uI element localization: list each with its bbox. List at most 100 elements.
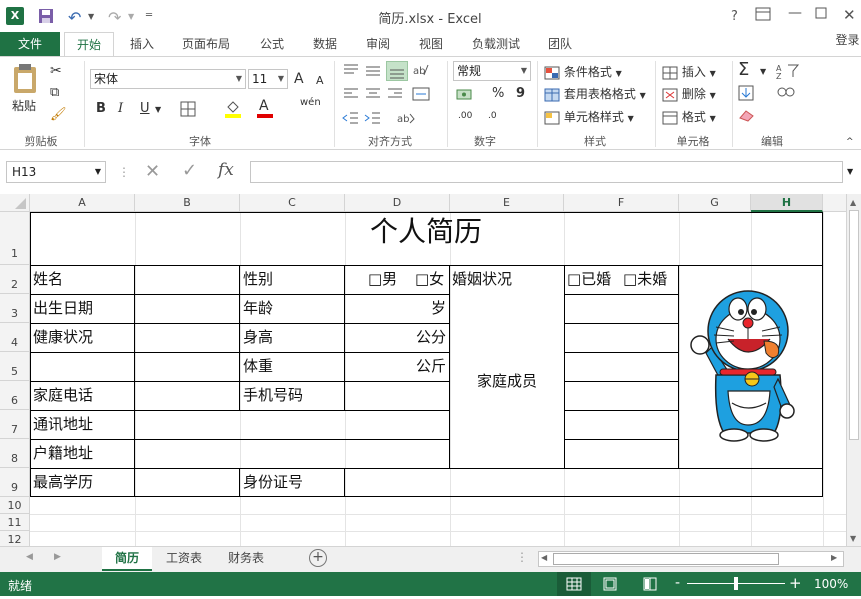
scroll-down-icon[interactable]: ▼ bbox=[850, 534, 856, 543]
cell-id-label[interactable]: 身份证号 bbox=[243, 475, 303, 490]
column-header-d[interactable]: D bbox=[345, 194, 450, 212]
cell-weight-label[interactable]: 体重 bbox=[243, 359, 273, 374]
row-header-3[interactable]: 3 bbox=[0, 294, 30, 323]
tab-load-test[interactable]: 负载测试 bbox=[462, 32, 530, 56]
tab-home[interactable]: 开始 bbox=[64, 32, 114, 56]
prev-sheet-icon[interactable]: ◀ bbox=[26, 552, 33, 562]
column-header-h[interactable]: H bbox=[751, 194, 823, 212]
column-header-f[interactable]: F bbox=[564, 194, 679, 212]
font-color-icon[interactable]: A bbox=[256, 98, 274, 122]
expand-formula-icon[interactable]: ▼ bbox=[847, 167, 853, 176]
tab-formulas[interactable]: 公式 bbox=[250, 32, 294, 56]
tab-insert[interactable]: 插入 bbox=[120, 32, 164, 56]
close-icon[interactable]: ✕ bbox=[843, 6, 856, 24]
page-layout-view-icon[interactable] bbox=[602, 577, 618, 594]
tab-split-grip-icon[interactable]: ⋮ bbox=[516, 550, 528, 564]
page-break-view-icon[interactable] bbox=[642, 577, 658, 594]
name-box[interactable]: H13 ▼ bbox=[6, 161, 106, 183]
cell-female-checkbox[interactable]: □女 bbox=[415, 272, 444, 287]
horizontal-scrollbar[interactable]: ◀ ▶ bbox=[538, 551, 844, 567]
normal-view-icon[interactable] bbox=[557, 572, 591, 596]
cell-height-unit[interactable]: 公分 bbox=[345, 330, 446, 345]
cell-family-label[interactable]: 家庭成员 bbox=[450, 374, 564, 389]
cell-age-unit[interactable]: 岁 bbox=[345, 301, 446, 316]
phonetic-icon[interactable]: wén bbox=[300, 97, 321, 108]
cell-address-label[interactable]: 通讯地址 bbox=[33, 417, 93, 432]
cell-mobile-label[interactable]: 手机号码 bbox=[243, 388, 303, 403]
cell-height-label[interactable]: 身高 bbox=[243, 330, 273, 345]
paste-label[interactable]: 粘贴 bbox=[12, 97, 36, 114]
tab-file[interactable]: 文件 bbox=[0, 32, 60, 56]
cell-birth-label[interactable]: 出生日期 bbox=[33, 301, 93, 316]
row-header-4[interactable]: 4 bbox=[0, 323, 30, 352]
cell-style-button[interactable]: 单元格样式 ▼ bbox=[544, 108, 634, 125]
row-header-7[interactable]: 7 bbox=[0, 410, 30, 439]
column-header-g[interactable]: G bbox=[679, 194, 751, 212]
zoom-in-button[interactable]: + bbox=[789, 574, 802, 592]
currency-icon[interactable] bbox=[456, 87, 478, 104]
vertical-scrollbar[interactable]: ▲ ▼ bbox=[846, 194, 861, 546]
align-top-icon[interactable] bbox=[342, 63, 360, 80]
row-header-6[interactable]: 6 bbox=[0, 381, 30, 410]
cancel-formula-icon[interactable]: ✕ bbox=[145, 161, 160, 182]
cell-education-label[interactable]: 最高学历 bbox=[33, 475, 93, 490]
login-link[interactable]: 登录 bbox=[834, 28, 861, 52]
tab-view[interactable]: 视图 bbox=[409, 32, 453, 56]
font-size-select[interactable]: 11 ▼ bbox=[248, 69, 288, 89]
row-header-1[interactable]: 1 bbox=[0, 212, 30, 265]
maximize-icon[interactable] bbox=[815, 7, 827, 23]
align-right-icon[interactable] bbox=[386, 87, 404, 104]
italic-button[interactable]: I bbox=[118, 101, 123, 116]
copy-icon[interactable]: ⧉ bbox=[50, 85, 59, 100]
redo-dropdown-icon[interactable]: ▼ bbox=[128, 12, 134, 21]
fill-icon[interactable] bbox=[738, 85, 754, 104]
scroll-thumb[interactable] bbox=[849, 210, 859, 440]
sheet-tab-salary[interactable]: 工资表 bbox=[156, 547, 212, 571]
orientation-icon[interactable]: ab bbox=[412, 63, 430, 80]
paste-icon[interactable] bbox=[10, 63, 40, 98]
formula-input[interactable] bbox=[250, 161, 843, 183]
row-header-10[interactable]: 10 bbox=[0, 497, 30, 514]
zoom-slider-thumb[interactable] bbox=[734, 577, 738, 590]
undo-icon[interactable]: ↶ bbox=[68, 8, 81, 27]
sheet-tab-finance[interactable]: 财务表 bbox=[216, 547, 276, 571]
minimize-icon[interactable]: — bbox=[788, 5, 802, 21]
align-middle-icon[interactable] bbox=[364, 63, 382, 80]
underline-button[interactable]: U bbox=[140, 101, 150, 116]
redo-icon[interactable]: ↷ bbox=[108, 8, 121, 27]
number-format-select[interactable]: 常规 ▼ bbox=[453, 61, 531, 81]
cut-icon[interactable]: ✂ bbox=[50, 63, 62, 79]
column-header-b[interactable]: B bbox=[135, 194, 240, 212]
row-header-8[interactable]: 8 bbox=[0, 439, 30, 468]
column-header-e[interactable]: E bbox=[450, 194, 564, 212]
align-center-icon[interactable] bbox=[364, 87, 382, 104]
tab-data[interactable]: 数据 bbox=[303, 32, 347, 56]
decrease-indent-icon[interactable] bbox=[342, 111, 360, 128]
doraemon-picture-icon[interactable] bbox=[686, 287, 798, 450]
fill-color-icon[interactable] bbox=[224, 99, 242, 122]
decrease-decimal-icon[interactable]: .0 bbox=[488, 111, 497, 121]
cell-single-checkbox[interactable]: □未婚 bbox=[623, 272, 667, 287]
cell-name-label[interactable]: 姓名 bbox=[33, 272, 63, 287]
cell-weight-unit[interactable]: 公斤 bbox=[345, 359, 446, 374]
comma-style-icon[interactable]: 9 bbox=[516, 86, 525, 101]
find-select-icon[interactable] bbox=[776, 85, 796, 104]
new-sheet-icon[interactable]: + bbox=[309, 549, 327, 567]
cell-gender-label[interactable]: 性别 bbox=[243, 272, 273, 287]
insert-cells-button[interactable]: 插入 ▼ bbox=[662, 63, 716, 80]
column-header-a[interactable]: A bbox=[30, 194, 135, 212]
chevron-down-icon[interactable]: ▼ bbox=[155, 105, 161, 114]
row-header-2[interactable]: 2 bbox=[0, 265, 30, 294]
insert-function-icon[interactable]: fx bbox=[218, 160, 234, 180]
cell-male-checkbox[interactable]: □男 bbox=[368, 272, 397, 287]
format-painter-icon[interactable]: 🖌 bbox=[50, 107, 67, 122]
tab-page-layout[interactable]: 页面布局 bbox=[172, 32, 240, 56]
sheet-tab-resume[interactable]: 简历 bbox=[102, 547, 152, 571]
save-icon[interactable] bbox=[38, 8, 54, 28]
h-scroll-thumb[interactable] bbox=[553, 553, 779, 565]
cell-marital-label[interactable]: 婚姻状况 bbox=[452, 272, 512, 287]
customize-toolbar-icon[interactable]: ═ bbox=[146, 10, 152, 21]
border-icon[interactable] bbox=[180, 101, 196, 120]
format-cells-button[interactable]: 格式 ▼ bbox=[662, 108, 716, 125]
row-header-11[interactable]: 11 bbox=[0, 514, 30, 531]
